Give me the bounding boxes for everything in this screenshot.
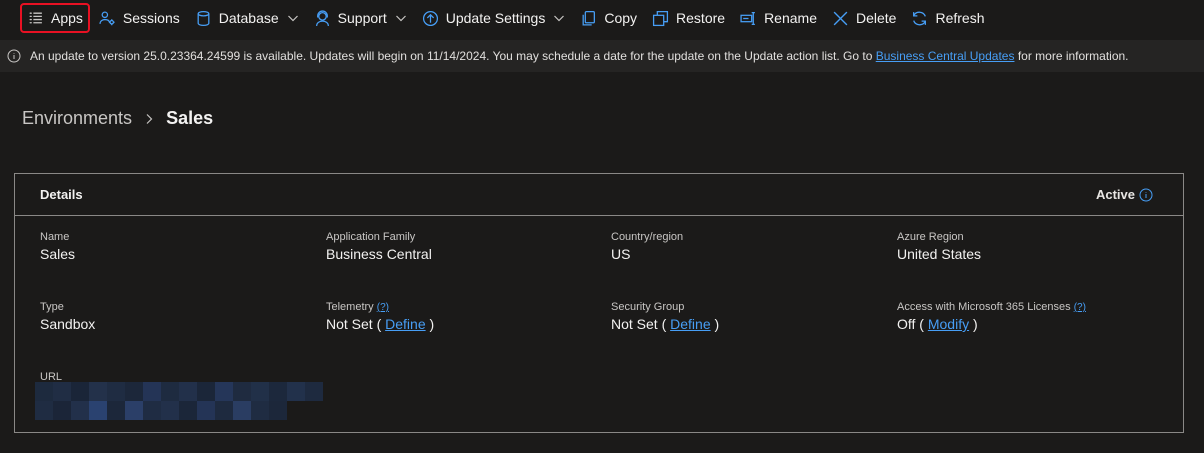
person-support-icon xyxy=(315,9,329,26)
rename-button[interactable]: Rename xyxy=(734,3,823,33)
application-family-value: Business Central xyxy=(326,246,432,262)
update-message-text: An update to version 25.0.23364.24599 is… xyxy=(30,49,873,63)
status-badge: Active xyxy=(1096,187,1153,202)
info-icon xyxy=(7,49,21,63)
business-central-updates-link[interactable]: Business Central Updates xyxy=(876,49,1015,63)
azure-region-value: United States xyxy=(897,246,982,262)
copy-button[interactable]: Copy xyxy=(574,3,643,33)
application-family-field: Application Family Business Central xyxy=(326,231,432,262)
rename-icon xyxy=(740,11,755,25)
name-value: Sales xyxy=(40,246,76,262)
info-icon[interactable] xyxy=(1139,188,1153,202)
update-settings-label: Update Settings xyxy=(445,10,546,26)
type-field: Type Sandbox xyxy=(40,301,95,332)
country-region-value: US xyxy=(611,246,631,262)
security-group-label: Security Group xyxy=(611,301,685,313)
telemetry-define-link[interactable]: Define xyxy=(385,316,425,332)
database-icon xyxy=(197,10,210,26)
delete-button[interactable]: Delete xyxy=(826,3,902,33)
azure-region-field: Azure Region United States xyxy=(897,231,981,262)
chevron-right-icon xyxy=(146,113,153,124)
m365-access-help-link[interactable]: (?) xyxy=(1074,302,1086,313)
support-button[interactable]: Support xyxy=(308,3,413,33)
breadcrumb: Environments Sales xyxy=(22,108,213,129)
security-group-value: Not Set ( Define ) xyxy=(611,316,719,332)
update-message-bar: An update to version 25.0.23364.24599 is… xyxy=(0,40,1204,72)
name-field: Name Sales xyxy=(40,231,75,262)
security-group-define-link[interactable]: Define xyxy=(670,316,710,332)
m365-access-modify-link[interactable]: Modify xyxy=(928,316,969,332)
restore-label: Restore xyxy=(676,10,726,26)
copy-label: Copy xyxy=(604,10,638,26)
telemetry-label-text: Telemetry xyxy=(326,301,374,313)
type-label: Type xyxy=(40,301,64,313)
refresh-label: Refresh xyxy=(935,10,985,26)
azure-region-label: Azure Region xyxy=(897,231,964,243)
m365-access-field: Access with Microsoft 365 Licenses (?) O… xyxy=(897,301,1086,332)
people-settings-icon xyxy=(99,10,115,25)
m365-access-label-text: Access with Microsoft 365 Licenses xyxy=(897,301,1071,313)
breadcrumb-environments[interactable]: Environments xyxy=(22,108,132,129)
close-paren: ) xyxy=(714,316,720,332)
details-title: Details xyxy=(40,187,83,202)
chevron-down-icon xyxy=(395,15,406,22)
telemetry-help-link[interactable]: (?) xyxy=(377,302,389,313)
country-region-field: Country/region US xyxy=(611,231,683,262)
m365-access-value-text: Off ( xyxy=(897,316,924,332)
telemetry-value: Not Set ( Define ) xyxy=(326,316,434,332)
details-card: Details Active Name Sales Application Fa… xyxy=(14,173,1184,433)
update-message-suffix: for more information. xyxy=(1017,49,1129,63)
type-value: Sandbox xyxy=(40,316,96,332)
telemetry-field: Telemetry (?) Not Set ( Define ) xyxy=(326,301,434,332)
command-bar: Apps Sessions Database Support Update Se… xyxy=(0,0,1204,36)
m365-access-value: Off ( Modify ) xyxy=(897,316,1086,332)
telemetry-label: Telemetry (?) xyxy=(326,301,434,313)
close-icon xyxy=(833,11,848,25)
support-label: Support xyxy=(337,10,387,26)
application-family-label: Application Family xyxy=(326,231,416,243)
details-header: Details Active xyxy=(15,174,1183,216)
refresh-button[interactable]: Refresh xyxy=(905,3,990,33)
database-button[interactable]: Database xyxy=(189,3,305,33)
copy-icon xyxy=(582,10,596,26)
database-label: Database xyxy=(218,10,279,26)
close-paren: ) xyxy=(972,316,978,332)
bulleted-list-icon xyxy=(29,12,42,23)
security-group-field: Security Group Not Set ( Define ) xyxy=(611,301,719,332)
delete-label: Delete xyxy=(855,10,897,26)
status-text: Active xyxy=(1095,187,1135,202)
chevron-down-icon xyxy=(554,15,565,22)
apps-label: Apps xyxy=(51,10,83,26)
sessions-button[interactable]: Sessions xyxy=(93,3,186,33)
restore-button[interactable]: Restore xyxy=(646,3,731,33)
close-paren: ) xyxy=(429,316,435,332)
refresh-icon xyxy=(913,11,927,25)
restore-icon xyxy=(652,10,669,26)
rename-label: Rename xyxy=(764,10,817,26)
name-label: Name xyxy=(40,231,70,243)
arrow-up-circle-icon xyxy=(422,10,438,26)
sessions-label: Sessions xyxy=(122,10,180,26)
url-value-redacted xyxy=(35,382,325,420)
country-region-label: Country/region xyxy=(611,231,684,243)
m365-access-label: Access with Microsoft 365 Licenses (?) xyxy=(897,301,1086,313)
apps-button[interactable]: Apps xyxy=(20,3,90,33)
telemetry-value-text: Not Set ( xyxy=(326,316,382,332)
update-settings-button[interactable]: Update Settings xyxy=(416,3,572,33)
security-group-value-text: Not Set ( xyxy=(611,316,667,332)
chevron-down-icon xyxy=(287,15,298,22)
page-title: Sales xyxy=(166,108,214,128)
